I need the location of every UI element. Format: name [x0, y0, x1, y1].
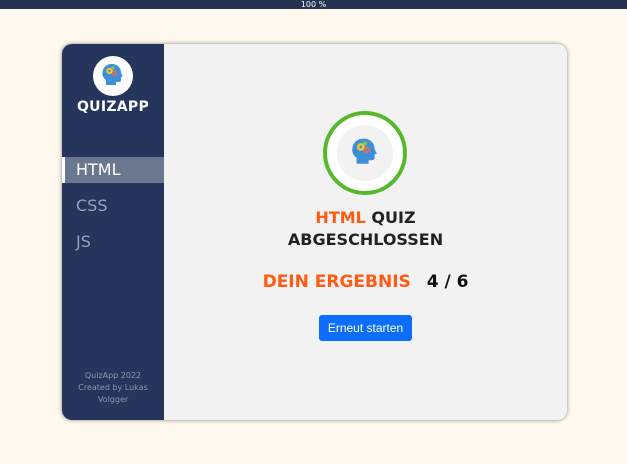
footer-line: Created by Lukas: [78, 383, 148, 392]
heading-quiz-word: QUIZ: [371, 208, 416, 227]
brain-gears-head-icon: [102, 64, 123, 85]
app-logo: [93, 56, 133, 96]
footer-line: QuizApp 2022: [84, 371, 142, 380]
sidebar-footer: QuizApp 2022 Created by Lukas Volgger: [62, 370, 164, 406]
heading-completed: ABGESCHLOSSEN: [287, 230, 444, 249]
brain-gears-head-icon: [352, 138, 377, 164]
result-heading: HTML QUIZ ABGESCHLOSSEN: [164, 207, 567, 251]
restart-button[interactable]: Erneut starten: [319, 315, 412, 341]
sidebar-item-html[interactable]: HTML: [62, 157, 164, 183]
footer-line: Volgger: [97, 395, 129, 404]
quiz-nav: HTML CSS JS: [62, 157, 164, 265]
score-value: 4 / 6: [426, 272, 469, 292]
score-line: DEIN ERGEBNIS 4 / 6: [164, 272, 567, 292]
quiz-name: HTML: [315, 208, 366, 227]
sidebar-item-js[interactable]: JS: [62, 229, 164, 255]
result-badge: [323, 111, 407, 195]
sidebar-item-css[interactable]: CSS: [62, 193, 164, 219]
score-label: DEIN ERGEBNIS: [262, 272, 411, 292]
zoom-indicator: 100 %: [0, 0, 627, 9]
app-title: QUIZAPP: [76, 99, 150, 115]
sidebar: QUIZAPP HTML CSS JS QuizApp 2022 Created…: [62, 44, 164, 420]
quiz-app-window: QUIZAPP HTML CSS JS QuizApp 2022 Created…: [62, 44, 567, 420]
result-panel: HTML QUIZ ABGESCHLOSSEN DEIN ERGEBNIS 4 …: [164, 44, 567, 420]
